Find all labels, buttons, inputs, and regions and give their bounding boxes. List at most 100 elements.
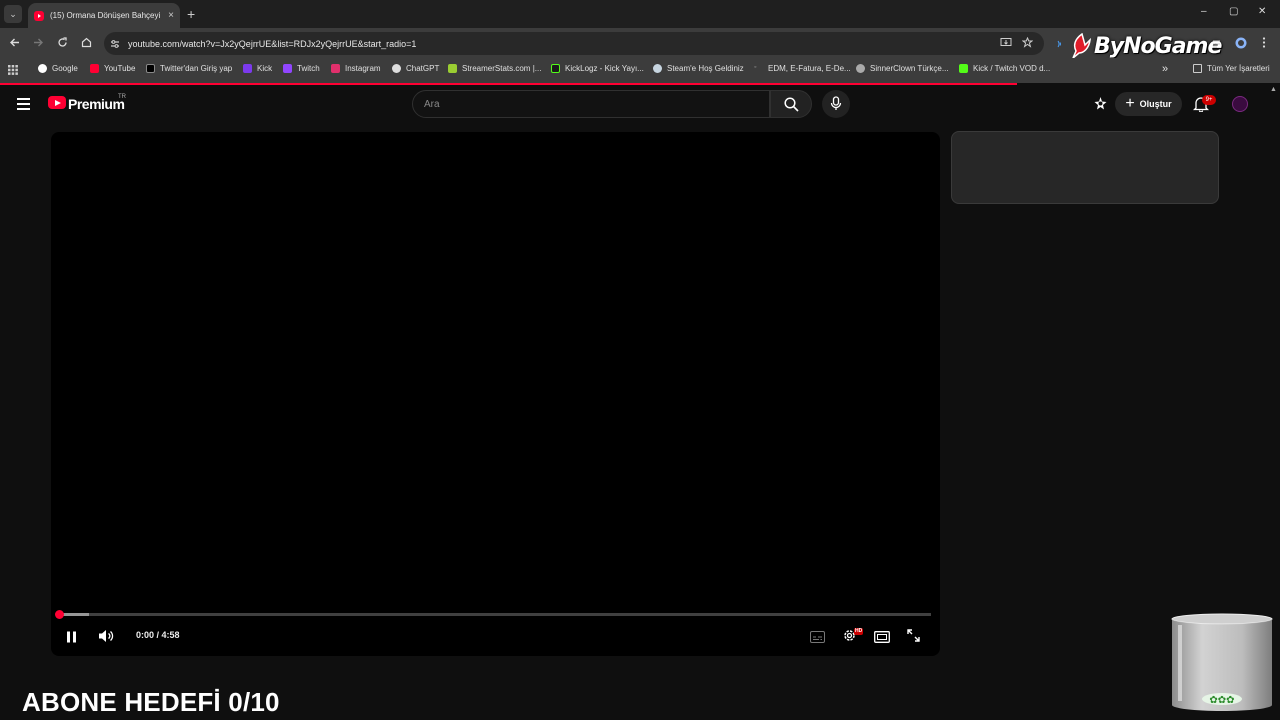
youtube-icon xyxy=(90,64,99,73)
menu-kebab-icon[interactable] xyxy=(1262,37,1266,51)
pause-icon xyxy=(67,631,76,643)
video-player[interactable] xyxy=(51,132,940,656)
subtitles-button[interactable] xyxy=(810,630,825,648)
hd-badge: HD xyxy=(854,628,864,635)
kick-icon xyxy=(243,64,252,73)
fullscreen-icon xyxy=(907,629,920,642)
bookmark-label: Kick xyxy=(257,64,273,73)
voice-search-button[interactable] xyxy=(822,90,850,118)
search-input[interactable] xyxy=(424,97,754,111)
bookmark-twitch[interactable]: Twitch xyxy=(283,64,320,73)
microphone-icon xyxy=(830,96,842,110)
all-bookmarks-button[interactable]: Tüm Yer İşaretleri xyxy=(1193,64,1270,73)
theater-mode-icon xyxy=(874,631,890,643)
apps-grid-icon[interactable] xyxy=(8,65,18,75)
bookmark-label: Google xyxy=(52,64,78,73)
bynogame-mark-icon xyxy=(1072,33,1092,59)
bookmark-label: Twitch xyxy=(297,64,320,73)
window-maximize-button[interactable]: ▢ xyxy=(1229,6,1238,17)
bookmark-chatgpt[interactable]: ChatGPT xyxy=(392,64,439,73)
bookmark-steam[interactable]: Steam'e Hoş Geldiniz xyxy=(653,64,744,73)
bookmark-label: Steam'e Hoş Geldiniz xyxy=(667,64,744,73)
volume-button[interactable] xyxy=(98,629,115,648)
scrollbar-up-arrow-icon[interactable]: ▲ xyxy=(1270,86,1277,93)
secondary-panel xyxy=(951,131,1219,204)
url-text[interactable]: youtube.com/watch?v=Jx2yQejrrUE&list=RDJ… xyxy=(128,39,416,49)
bookmark-label: KickLogz - Kick Yayı... xyxy=(565,64,644,73)
bookmark-streamerstats[interactable]: StreamerStats.com |... xyxy=(448,64,541,73)
twitch-icon xyxy=(283,64,292,73)
svg-text:✿✿✿: ✿✿✿ xyxy=(1209,695,1234,706)
media-controls-icon[interactable] xyxy=(1212,38,1223,52)
tab-search-button[interactable]: ⌄ xyxy=(4,5,22,23)
search-button[interactable] xyxy=(770,90,812,118)
bookmark-label: ChatGPT xyxy=(406,64,440,73)
theater-mode-button[interactable] xyxy=(874,630,890,648)
bookmark-label: SinnerClown Türkçe... xyxy=(870,64,949,73)
create-button[interactable]: + Oluştur xyxy=(1115,92,1182,116)
bookmark-edm[interactable]: ◦ EDM, E-Fatura, E-De... xyxy=(754,64,851,73)
goal-jar-icon: ✿✿✿ xyxy=(1170,613,1274,713)
subtitles-icon xyxy=(810,631,825,643)
notification-badge: 9+ xyxy=(1202,95,1216,105)
bookmark-label: Twitter'dan Giriş yap xyxy=(160,64,233,73)
all-bookmarks-label: Tüm Yer İşaretleri xyxy=(1207,64,1270,73)
instagram-icon xyxy=(331,64,340,73)
search-icon xyxy=(784,97,799,112)
stats-icon xyxy=(448,64,457,73)
bookmarks-overflow-button[interactable]: » xyxy=(1162,63,1168,75)
bookmark-label: Instagram xyxy=(345,64,381,73)
youtube-premium-wordmark[interactable]: Premium xyxy=(68,96,125,112)
install-app-icon[interactable] xyxy=(1000,37,1012,51)
country-code: TR xyxy=(118,94,126,100)
guide-menu-icon[interactable] xyxy=(17,98,30,110)
create-label: Oluştur xyxy=(1139,99,1172,109)
profile-icon[interactable] xyxy=(1235,37,1247,52)
youtube-favicon-icon xyxy=(34,10,44,21)
reload-icon[interactable] xyxy=(57,37,68,51)
bookmark-star-icon[interactable] xyxy=(1021,36,1034,51)
window-close-button[interactable]: ✕ xyxy=(1258,6,1266,17)
browser-tab-active[interactable]: (15) Ormana Dönüşen Bahçeyi × xyxy=(28,3,180,28)
bookmark-twitter[interactable]: Twitter'dan Giriş yap xyxy=(146,64,232,73)
bookmark-sinnerclown[interactable]: SinnerClown Türkçe... xyxy=(856,64,949,73)
sparkle-settings-icon[interactable] xyxy=(1093,96,1108,116)
home-icon[interactable] xyxy=(81,37,92,51)
bookmark-label: YouTube xyxy=(104,64,136,73)
bookmark-instagram[interactable]: Instagram xyxy=(331,64,381,73)
bookmark-label: EDM, E-Fatura, E-De... xyxy=(768,64,851,73)
pause-button[interactable] xyxy=(66,630,77,648)
edm-icon: ◦ xyxy=(754,64,757,71)
site-info-icon[interactable] xyxy=(110,38,120,52)
scrubber-handle[interactable] xyxy=(55,610,64,619)
new-tab-button[interactable]: + xyxy=(187,6,195,22)
bynogame-logo: ByNoGame xyxy=(1070,32,1222,60)
forward-arrow-icon[interactable] xyxy=(33,37,44,51)
tab-title: (15) Ormana Dönüşen Bahçeyi xyxy=(50,11,161,20)
bookmark-kick[interactable]: Kick xyxy=(243,64,272,73)
window-minimize-button[interactable]: – xyxy=(1201,6,1207,17)
back-arrow-icon[interactable] xyxy=(9,37,20,51)
avatar[interactable] xyxy=(1232,96,1248,112)
x-icon xyxy=(146,64,155,73)
folder-icon xyxy=(1193,64,1202,73)
youtube-logo-icon[interactable] xyxy=(48,96,66,109)
chatgpt-icon xyxy=(392,64,401,73)
plus-icon: + xyxy=(1125,95,1135,112)
bookmark-google[interactable]: Google xyxy=(38,64,78,73)
tab-close-icon[interactable]: × xyxy=(168,10,174,21)
google-icon xyxy=(38,64,47,73)
cast-icon[interactable] xyxy=(1056,38,1066,52)
subscriber-goal-text: ABONE HEDEFİ 0/10 xyxy=(22,687,280,717)
d-icon xyxy=(959,64,968,73)
volume-icon xyxy=(99,630,114,642)
chevron-down-icon: ⌄ xyxy=(9,8,17,19)
progress-bar[interactable] xyxy=(59,613,931,616)
bookmark-kicklogz[interactable]: KickLogz - Kick Yayı... xyxy=(551,64,644,73)
bookmark-youtube[interactable]: YouTube xyxy=(90,64,135,73)
fullscreen-button[interactable] xyxy=(907,629,920,647)
bynogame-logo-text: ByNoGame xyxy=(1094,33,1222,59)
bookmark-label: Kick / Twitch VOD d... xyxy=(973,64,1051,73)
bookmark-vod[interactable]: Kick / Twitch VOD d... xyxy=(959,64,1050,73)
bookmark-label: StreamerStats.com |... xyxy=(462,64,542,73)
